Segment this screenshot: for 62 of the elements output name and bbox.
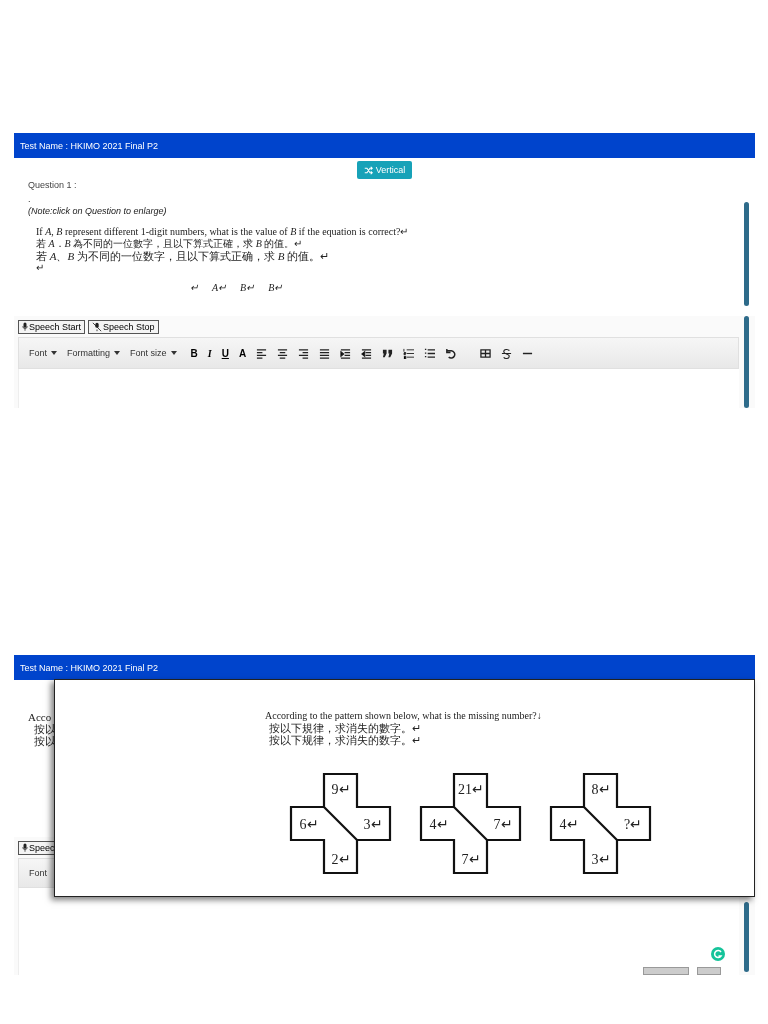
cross-number: 4↵ (429, 817, 449, 832)
cross-number: 2↵ (331, 852, 351, 867)
cross-number: 6↵ (299, 817, 319, 832)
question-line[interactable]: 若 A．B 為不同的一位數字，且以下算式正確，求 B 的值。↵ (36, 238, 739, 250)
dropdown-button[interactable]: Formatting (67, 348, 121, 358)
scrollbar[interactable] (744, 316, 749, 408)
muted-microphone-icon (92, 322, 103, 332)
scrollbar[interactable] (744, 902, 749, 972)
cross-number: 7↵ (461, 852, 481, 867)
speech-stop-button[interactable]: Speech Stop (88, 320, 159, 334)
caret-icon (51, 351, 57, 355)
note-text: (Note:click on Question to enlarge) (28, 206, 168, 216)
dropdown-button[interactable]: Font size (130, 348, 177, 358)
question-line: Acco (28, 711, 52, 723)
question-line[interactable]: ↵ (36, 262, 739, 274)
equation-mark: ↵ (190, 282, 198, 293)
speech-start-button[interactable]: Speech Start (18, 320, 86, 334)
question-line[interactable]: If A, B represent different 1-digit numbers, what is the value of B if the equation is correct?↵ (36, 226, 739, 238)
align-left-icon[interactable] (256, 347, 268, 359)
dropdown-button[interactable]: Font (29, 348, 57, 358)
cross-number: 4↵ (559, 817, 579, 832)
bold-button[interactable]: B (190, 347, 198, 359)
cross-number: 21↵ (458, 782, 484, 797)
cross-number: 3↵ (363, 817, 383, 832)
question-line[interactable]: 若 A、B 为不同的一位数字，且以下算式正确，求 B 的值。↵ (36, 250, 739, 262)
question-label: Question 1 : (28, 180, 78, 190)
cross-number: 8↵ (591, 782, 611, 797)
question-line: 按以下規律，求消失的數字。↵ (268, 722, 422, 734)
bullet-list-icon[interactable] (424, 347, 436, 359)
strikethrough-icon[interactable] (501, 347, 513, 359)
equation-mark: A↵ (212, 282, 227, 293)
cross-number: ?↵ (623, 817, 643, 832)
dot-mark: . (28, 194, 32, 204)
scrollbar[interactable] (744, 202, 749, 306)
align-justify-icon[interactable] (319, 347, 331, 359)
quote-icon[interactable] (382, 347, 394, 359)
test-name: Test Name : HKIMO 2021 Final P2 (20, 662, 159, 673)
equation-mark: B↵ (240, 282, 255, 293)
question-line: According to the pattern shown below, what is the missing number?↓ (265, 710, 543, 722)
caret-icon (170, 351, 177, 355)
outdent-icon[interactable] (361, 347, 373, 359)
italic-button[interactable]: I (207, 347, 212, 359)
question-line: 按以下规律，求消失的数字。↵ (268, 734, 422, 746)
align-center-icon[interactable] (277, 347, 289, 359)
underline-button[interactable]: U (221, 347, 229, 359)
undo-icon[interactable] (445, 347, 457, 359)
cross-number: 9↵ (331, 782, 351, 797)
ordered-list-icon[interactable] (403, 347, 415, 359)
test-name: Test Name : HKIMO 2021 Final P2 (20, 140, 159, 151)
cross-number: 3↵ (591, 852, 611, 867)
shuffle-icon (363, 165, 373, 175)
indent-icon[interactable] (340, 347, 352, 359)
color-button[interactable]: A (238, 347, 247, 359)
microphone-icon (22, 843, 28, 853)
microphone-icon (22, 322, 28, 332)
equation-mark: B↵ (268, 282, 283, 293)
cross-number: 7↵ (493, 817, 513, 832)
dropdown-button[interactable]: Font (29, 868, 47, 878)
grammar-check-icon[interactable] (711, 947, 725, 961)
align-right-icon[interactable] (298, 347, 310, 359)
caret-icon (114, 351, 121, 355)
table-icon[interactable] (480, 347, 492, 359)
